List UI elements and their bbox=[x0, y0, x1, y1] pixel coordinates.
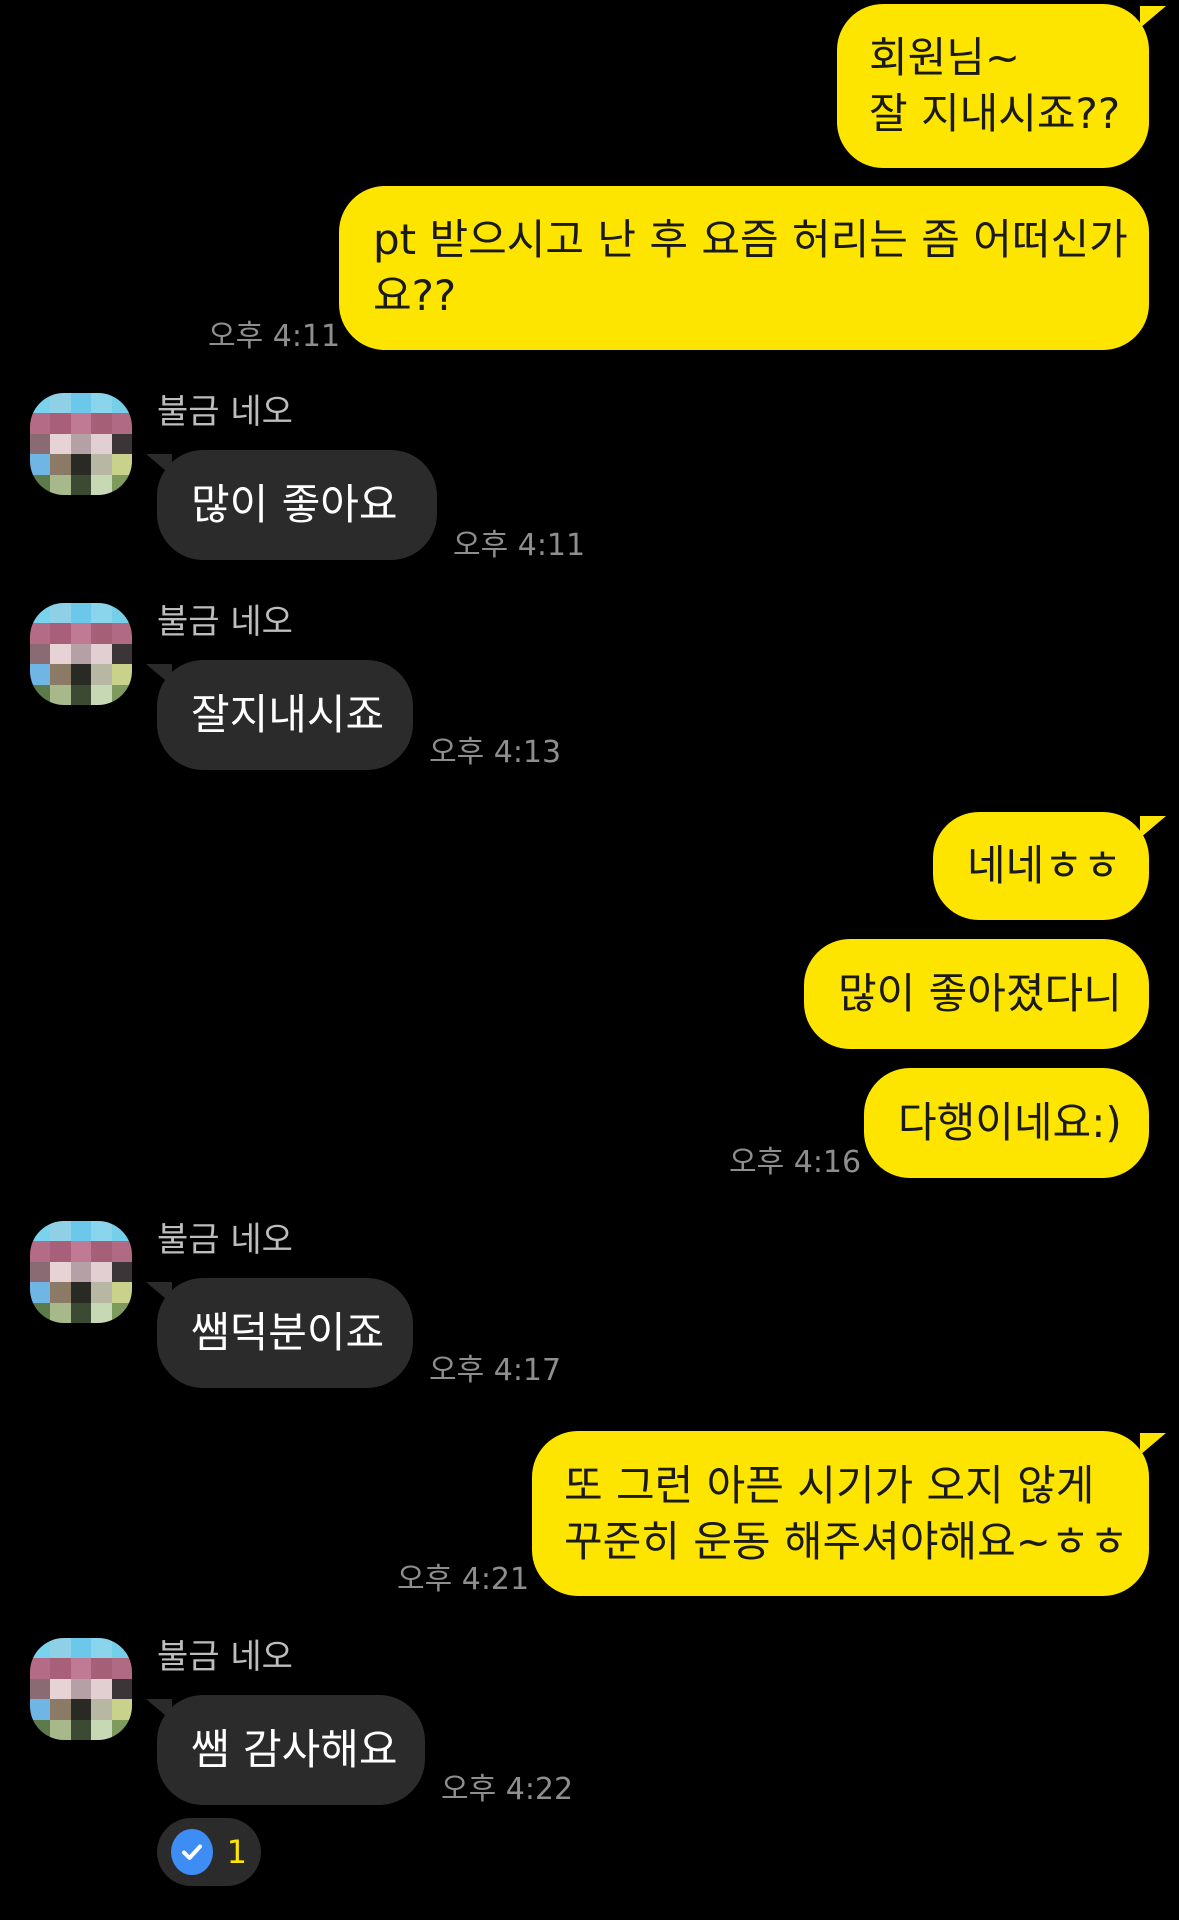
bubble-tail bbox=[1140, 6, 1166, 28]
message-text: 많이 좋아졌다니 bbox=[838, 969, 1122, 1018]
my-message-bubble[interactable]: 많이 좋아졌다니 bbox=[804, 939, 1149, 1049]
read-count: 1 bbox=[226, 1833, 247, 1871]
message-timestamp: 오후 4:13 bbox=[429, 735, 562, 770]
bubble-tail bbox=[146, 454, 172, 476]
message-timestamp: 오후 4:16 bbox=[729, 1145, 862, 1180]
message-timestamp: 오후 4:17 bbox=[429, 1353, 562, 1388]
message-timestamp: 오후 4:22 bbox=[441, 1772, 574, 1807]
message-line: 꾸준히 운동 해주셔야해요~ㅎㅎ bbox=[564, 1516, 1129, 1566]
contact-avatar[interactable] bbox=[30, 393, 132, 495]
my-message-bubble[interactable]: 다행이네요:) bbox=[864, 1068, 1149, 1178]
bubble-tail bbox=[146, 664, 172, 686]
their-message-bubble[interactable]: 잘지내시죠 bbox=[157, 660, 413, 770]
bubble-tail bbox=[146, 1699, 172, 1721]
message-line: 잘 지내시죠?? bbox=[869, 89, 1121, 138]
message-line: 또 그런 아픈 시기가 오지 않게 bbox=[564, 1460, 1095, 1510]
sender-name: 불금 네오 bbox=[157, 392, 293, 432]
sender-name: 불금 네오 bbox=[157, 1637, 293, 1677]
my-message-bubble[interactable]: 또 그런 아픈 시기가 오지 않게 꾸준히 운동 해주셔야해요~ㅎㅎ bbox=[532, 1431, 1149, 1596]
message-timestamp: 오후 4:21 bbox=[397, 1562, 530, 1597]
message-text: 잘지내시죠 bbox=[191, 690, 385, 739]
message-line: pt 받으시고 난 후 요즘 허리는 좀 어떠신가 bbox=[373, 215, 1128, 264]
their-message-bubble[interactable]: 쌤 감사해요 bbox=[157, 1695, 425, 1805]
check-circle-icon bbox=[171, 1829, 213, 1875]
message-line: 회원님~ bbox=[869, 33, 1021, 82]
bubble-tail bbox=[1140, 1433, 1166, 1455]
contact-avatar[interactable] bbox=[30, 1638, 132, 1740]
message-text: 다행이네요:) bbox=[898, 1098, 1122, 1147]
my-message-bubble[interactable]: pt 받으시고 난 후 요즘 허리는 좀 어떠신가 요?? bbox=[339, 186, 1149, 350]
bubble-tail bbox=[1140, 816, 1166, 838]
their-message-bubble[interactable]: 많이 좋아요 bbox=[157, 450, 437, 560]
message-timestamp: 오후 4:11 bbox=[453, 528, 586, 563]
message-timestamp: 오후 4:11 bbox=[208, 319, 341, 354]
message-text: 쌤 감사해요 bbox=[191, 1725, 398, 1774]
message-line: 요?? bbox=[373, 271, 457, 320]
my-message-bubble[interactable]: 네네ㅎㅎ bbox=[933, 812, 1149, 920]
message-text: 쌤덕분이죠 bbox=[191, 1308, 385, 1357]
bubble-tail bbox=[146, 1282, 172, 1304]
contact-avatar[interactable] bbox=[30, 1221, 132, 1323]
read-receipt[interactable]: 1 bbox=[157, 1818, 261, 1886]
sender-name: 불금 네오 bbox=[157, 1220, 293, 1260]
sender-name: 불금 네오 bbox=[157, 602, 293, 642]
contact-avatar[interactable] bbox=[30, 603, 132, 705]
their-message-bubble[interactable]: 쌤덕분이죠 bbox=[157, 1278, 413, 1388]
message-text: 많이 좋아요 bbox=[191, 480, 398, 529]
message-text: 네네ㅎㅎ bbox=[967, 841, 1122, 890]
my-message-bubble[interactable]: 회원님~ 잘 지내시죠?? bbox=[837, 4, 1149, 168]
